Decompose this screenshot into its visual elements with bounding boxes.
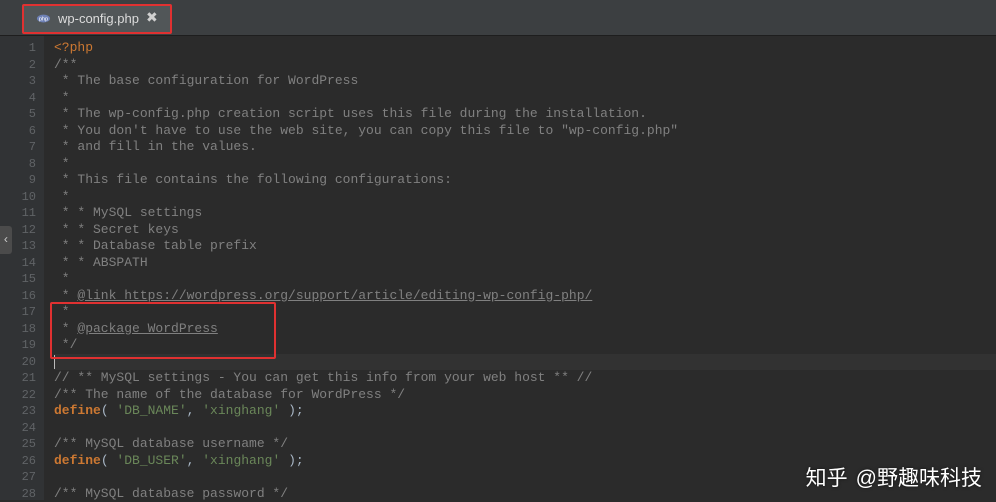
line-number: 8 xyxy=(0,156,36,173)
line-number: 1 xyxy=(0,40,36,57)
line-number: 9 xyxy=(0,172,36,189)
line-number: 27 xyxy=(0,469,36,486)
line-number: 25 xyxy=(0,436,36,453)
code-line[interactable]: * xyxy=(54,189,996,206)
code-area[interactable]: <?php/** * The base configuration for Wo… xyxy=(44,36,996,500)
tab-bar: php wp-config.php ✖ xyxy=(0,0,996,36)
code-line[interactable]: * * Database table prefix xyxy=(54,238,996,255)
line-number: 24 xyxy=(0,420,36,437)
code-line[interactable]: */ xyxy=(54,337,996,354)
code-line[interactable]: * xyxy=(54,156,996,173)
line-number: 10 xyxy=(0,189,36,206)
svg-text:php: php xyxy=(39,16,48,22)
code-line[interactable]: define( 'DB_NAME', 'xinghang' ); xyxy=(54,403,996,420)
code-line[interactable]: * xyxy=(54,271,996,288)
close-icon[interactable]: ✖ xyxy=(146,10,158,27)
line-number: 16 xyxy=(0,288,36,305)
line-number: 4 xyxy=(0,90,36,107)
code-line[interactable]: * and fill in the values. xyxy=(54,139,996,156)
code-line[interactable]: * The base configuration for WordPress xyxy=(54,73,996,90)
code-line[interactable] xyxy=(54,354,996,371)
line-number: 17 xyxy=(0,304,36,321)
line-number: 26 xyxy=(0,453,36,470)
watermark-brand: 知乎 xyxy=(806,462,848,492)
line-number: 5 xyxy=(0,106,36,123)
line-number: 21 xyxy=(0,370,36,387)
line-number: 6 xyxy=(0,123,36,140)
code-line[interactable]: * xyxy=(54,304,996,321)
php-file-icon: php xyxy=(36,11,51,26)
code-line[interactable]: /** The name of the database for WordPre… xyxy=(54,387,996,404)
line-number: 20 xyxy=(0,354,36,371)
code-line[interactable]: * You don't have to use the web site, yo… xyxy=(54,123,996,140)
code-line[interactable]: <?php xyxy=(54,40,996,57)
code-line[interactable]: * @package WordPress xyxy=(54,321,996,338)
line-number: 11 xyxy=(0,205,36,222)
line-number: 19 xyxy=(0,337,36,354)
line-number: 7 xyxy=(0,139,36,156)
tab-wp-config[interactable]: php wp-config.php ✖ xyxy=(22,4,172,34)
tab-filename: wp-config.php xyxy=(58,11,139,26)
watermark-handle: @野趣味科技 xyxy=(856,462,982,492)
code-line[interactable]: * * ABSPATH xyxy=(54,255,996,272)
code-line[interactable]: * @link https://wordpress.org/support/ar… xyxy=(54,288,996,305)
code-line[interactable]: // ** MySQL settings - You can get this … xyxy=(54,370,996,387)
code-line[interactable]: * This file contains the following confi… xyxy=(54,172,996,189)
line-number: 22 xyxy=(0,387,36,404)
code-line[interactable]: * * Secret keys xyxy=(54,222,996,239)
code-line[interactable]: * The wp-config.php creation script uses… xyxy=(54,106,996,123)
watermark: 知乎 @野趣味科技 xyxy=(806,462,982,492)
code-line[interactable]: /** xyxy=(54,57,996,74)
line-gutter: 1234567891011121314151617181920212223242… xyxy=(0,36,44,500)
code-line[interactable]: * * MySQL settings xyxy=(54,205,996,222)
code-line[interactable]: * xyxy=(54,90,996,107)
code-line[interactable] xyxy=(54,420,996,437)
text-cursor xyxy=(54,355,55,369)
line-number: 18 xyxy=(0,321,36,338)
line-number: 3 xyxy=(0,73,36,90)
line-number: 15 xyxy=(0,271,36,288)
line-number: 23 xyxy=(0,403,36,420)
line-number: 14 xyxy=(0,255,36,272)
sidebar-toggle[interactable]: ‹ xyxy=(0,226,12,254)
line-number: 2 xyxy=(0,57,36,74)
chevron-left-icon: ‹ xyxy=(2,233,9,247)
editor: 1234567891011121314151617181920212223242… xyxy=(0,36,996,500)
code-line[interactable]: /** MySQL database username */ xyxy=(54,436,996,453)
